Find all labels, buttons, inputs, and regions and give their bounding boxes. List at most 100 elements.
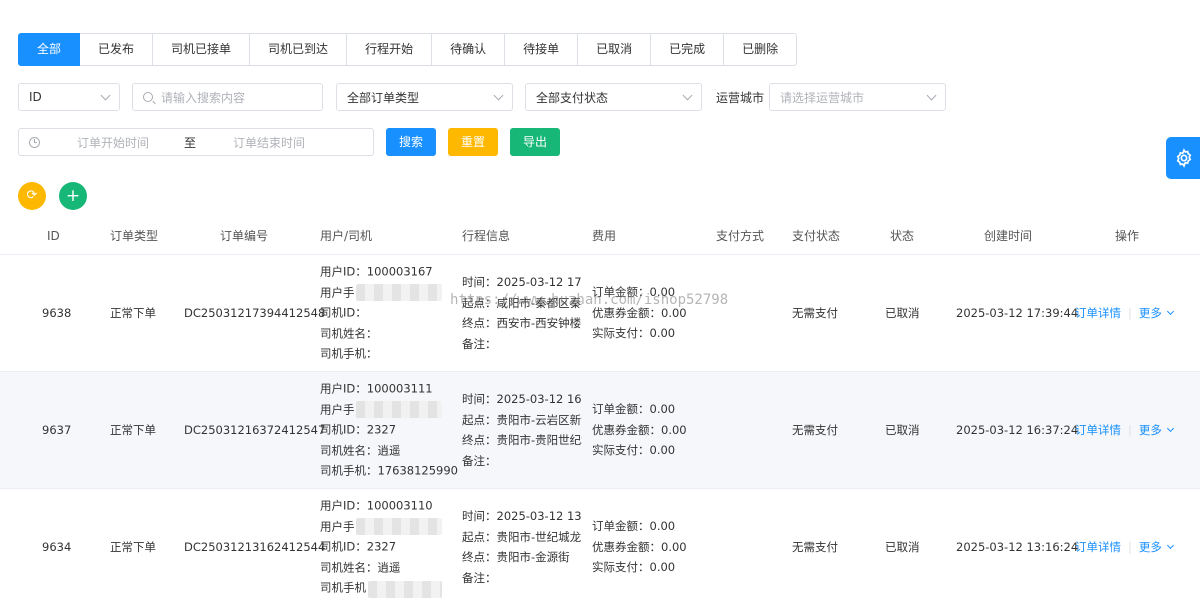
row-pay-status: 无需支付	[792, 306, 838, 320]
tab-published[interactable]: 已发布	[80, 33, 154, 66]
tab-pending-accept[interactable]: 待接单	[505, 33, 579, 66]
search-field-select[interactable]: ID	[18, 83, 120, 111]
divider: |	[1128, 306, 1132, 320]
tab-cancelled[interactable]: 已取消	[578, 33, 652, 66]
search-icon	[143, 92, 153, 102]
order-type-select[interactable]: 全部订单类型	[336, 83, 513, 111]
trip-time: 时间：2025-03-12 17:39:	[462, 274, 582, 289]
redacted-phone	[368, 581, 442, 598]
search-field-value: ID	[29, 90, 42, 104]
gear-icon	[1176, 148, 1192, 168]
trip-start: 起点：贵阳市-云岩区新添	[462, 412, 582, 427]
col-trip: 行程信息	[462, 229, 511, 243]
row-created: 2025-03-12 13:16:24	[956, 540, 1079, 554]
trip-note: 备注：	[462, 570, 497, 585]
trip-end: 终点：贵阳市-金源街	[462, 550, 570, 564]
plus-icon: +	[65, 186, 81, 206]
date-range-picker[interactable]: 订单开始时间 至 订单结束时间	[18, 128, 374, 156]
col-pay-method: 支付方式	[716, 229, 765, 243]
user-id: 用户ID：100003167	[320, 264, 433, 279]
chevron-down-icon	[100, 90, 111, 100]
watermark-text: https://www.huzhan.com/ishop52798	[450, 292, 729, 308]
more-label: 更多	[1138, 423, 1162, 437]
col-user-driver: 用户/司机	[320, 229, 373, 243]
row-pay-status: 无需支付	[792, 540, 838, 554]
row-order-no: DC25031213162412544	[184, 540, 326, 554]
row-id: 9638	[42, 306, 72, 320]
driver-name: 司机姓名：逍遥	[320, 560, 401, 575]
more-label: 更多	[1138, 540, 1162, 554]
row-order-no: DC25031217394412548	[184, 306, 326, 320]
tab-completed[interactable]: 已完成	[651, 33, 725, 66]
trip-time: 时间：2025-03-12 13:16:	[462, 508, 582, 523]
more-dropdown[interactable]: 更多	[1138, 539, 1174, 555]
col-fee: 费用	[592, 229, 617, 243]
fee-paid: 实际支付：0.00	[592, 560, 676, 575]
driver-name: 司机姓名：	[320, 326, 378, 341]
row-actions: 订单详情 | 更多	[1075, 539, 1174, 555]
redacted-phone	[356, 518, 442, 535]
settings-button[interactable]	[1166, 137, 1200, 179]
chevron-down-icon	[682, 90, 693, 100]
trip-time: 时间：2025-03-12 16:37:	[462, 391, 582, 406]
row-order-type: 正常下单	[110, 306, 156, 320]
table-header: ID 订单类型 订单编号 用户/司机 行程信息 费用 支付方式 支付状态 状态 …	[0, 218, 1200, 255]
driver-id: 司机ID：2327	[320, 539, 397, 554]
row-order-type: 正常下单	[110, 540, 156, 554]
row-id: 9637	[42, 423, 72, 437]
tab-pending-confirm[interactable]: 待确认	[432, 33, 506, 66]
status-tabs: 全部 已发布 司机已接单 司机已到达 行程开始 待确认 待接单 已取消 已完成 …	[18, 33, 798, 66]
col-order-no: 订单编号	[220, 229, 269, 243]
chevron-down-icon	[1166, 424, 1174, 433]
range-separator: 至	[184, 135, 197, 150]
driver-phone: 司机手机：	[320, 346, 378, 361]
tab-driver-accepted[interactable]: 司机已接单	[153, 33, 251, 66]
fee-order-amount: 订单金额：0.00	[592, 402, 676, 417]
end-date-input[interactable]: 订单结束时间	[233, 134, 305, 151]
more-dropdown[interactable]: 更多	[1139, 305, 1174, 321]
refresh-button[interactable]: ⟳	[18, 182, 46, 210]
redacted-phone	[356, 401, 442, 418]
tab-deleted[interactable]: 已删除	[724, 33, 798, 66]
tab-driver-arrived[interactable]: 司机已到达	[250, 33, 348, 66]
col-created: 创建时间	[984, 229, 1033, 243]
add-button[interactable]: +	[59, 182, 87, 210]
row-trip-info: 时间：2025-03-12 16:37: 起点：贵阳市-云岩区新添 终点：贵阳市…	[462, 389, 582, 471]
row-status: 已取消	[885, 306, 920, 320]
order-detail-link[interactable]: 订单详情	[1075, 305, 1121, 321]
col-order-type: 订单类型	[110, 229, 159, 243]
row-user-info: 用户ID：100003167 用户手 司机ID： 司机姓名： 司机手机：	[320, 262, 433, 365]
row-pay-status: 无需支付	[792, 423, 838, 437]
search-button[interactable]: 搜索	[386, 128, 436, 156]
user-id: 用户ID：100003111	[320, 381, 433, 396]
more-dropdown[interactable]: 更多	[1138, 422, 1174, 438]
row-fee: 订单金额：0.00 优惠券金额：0.00 实际支付：0.00	[592, 516, 687, 578]
row-trip-info: 时间：2025-03-12 13:16: 起点：贵阳市-世纪城龙贤 终点：贵阳市…	[462, 506, 582, 588]
table-row: 9634 正常下单 DC25031213162412544 用户ID：10000…	[0, 489, 1200, 602]
order-detail-link[interactable]: 订单详情	[1075, 422, 1121, 438]
user-id: 用户ID：100003110	[320, 498, 433, 513]
city-placeholder: 请选择运营城市	[780, 90, 865, 105]
export-button[interactable]: 导出	[510, 128, 560, 156]
trip-note: 备注：	[462, 453, 497, 468]
search-input[interactable]: 请输入搜索内容	[132, 83, 323, 111]
table-row: 9638 正常下单 DC25031217394412548 用户ID：10000…	[0, 255, 1200, 372]
order-detail-link[interactable]: 订单详情	[1075, 539, 1121, 555]
trip-end: 终点：贵阳市-贵阳世纪城	[462, 433, 582, 447]
tab-trip-started[interactable]: 行程开始	[347, 33, 433, 66]
tab-all[interactable]: 全部	[18, 33, 81, 66]
col-pay-status: 支付状态	[792, 229, 841, 243]
trip-end: 终点：西安市-西安钟楼	[462, 316, 582, 330]
trip-note: 备注：	[462, 336, 497, 351]
fee-coupon: 优惠券金额：0.00	[592, 539, 687, 554]
start-date-input[interactable]: 订单开始时间	[77, 134, 149, 151]
city-label: 运营城市	[716, 91, 765, 105]
row-actions: 订单详情 | 更多	[1075, 422, 1174, 438]
chevron-down-icon	[1166, 541, 1174, 550]
reset-button[interactable]: 重置	[448, 128, 498, 156]
city-select[interactable]: 请选择运营城市	[769, 83, 946, 111]
row-user-info: 用户ID：100003111 用户手 司机ID：2327 司机姓名：逍遥 司机手…	[320, 379, 458, 482]
row-order-no: DC25031216372412547	[184, 423, 326, 437]
pay-status-select[interactable]: 全部支付状态	[525, 83, 702, 111]
row-status: 已取消	[885, 540, 920, 554]
